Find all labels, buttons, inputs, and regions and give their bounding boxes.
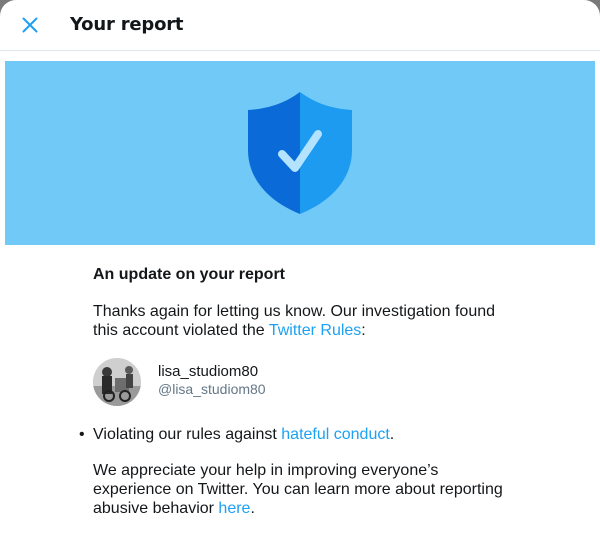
appreciation-text: We appreciate your help in improving eve…	[93, 462, 503, 517]
twitter-rules-link[interactable]: Twitter Rules	[269, 322, 361, 339]
bullet: •	[79, 426, 85, 443]
avatar	[93, 358, 141, 406]
account-handle: @lisa_studiom80	[158, 381, 266, 397]
violation-item: • Violating our rules against hateful co…	[79, 426, 395, 443]
investigation-text: Thanks again for letting us know. Our in…	[93, 303, 496, 339]
close-icon	[22, 17, 38, 33]
account-name: lisa_studiom80	[158, 363, 259, 380]
update-title: An update on your report	[93, 266, 285, 283]
report-banner	[5, 61, 595, 245]
here-link[interactable]: here	[218, 500, 250, 517]
report-dialog: Your report An update on your report Tha…	[0, 0, 600, 560]
hateful-conduct-link[interactable]: hateful conduct	[281, 426, 390, 443]
shield-check-icon	[248, 92, 352, 214]
dialog-title: Your report	[70, 14, 184, 35]
dialog-header: Your report	[0, 0, 600, 51]
close-button[interactable]	[14, 9, 46, 41]
reported-account[interactable]: lisa_studiom80 @lisa_studiom80	[93, 358, 266, 406]
